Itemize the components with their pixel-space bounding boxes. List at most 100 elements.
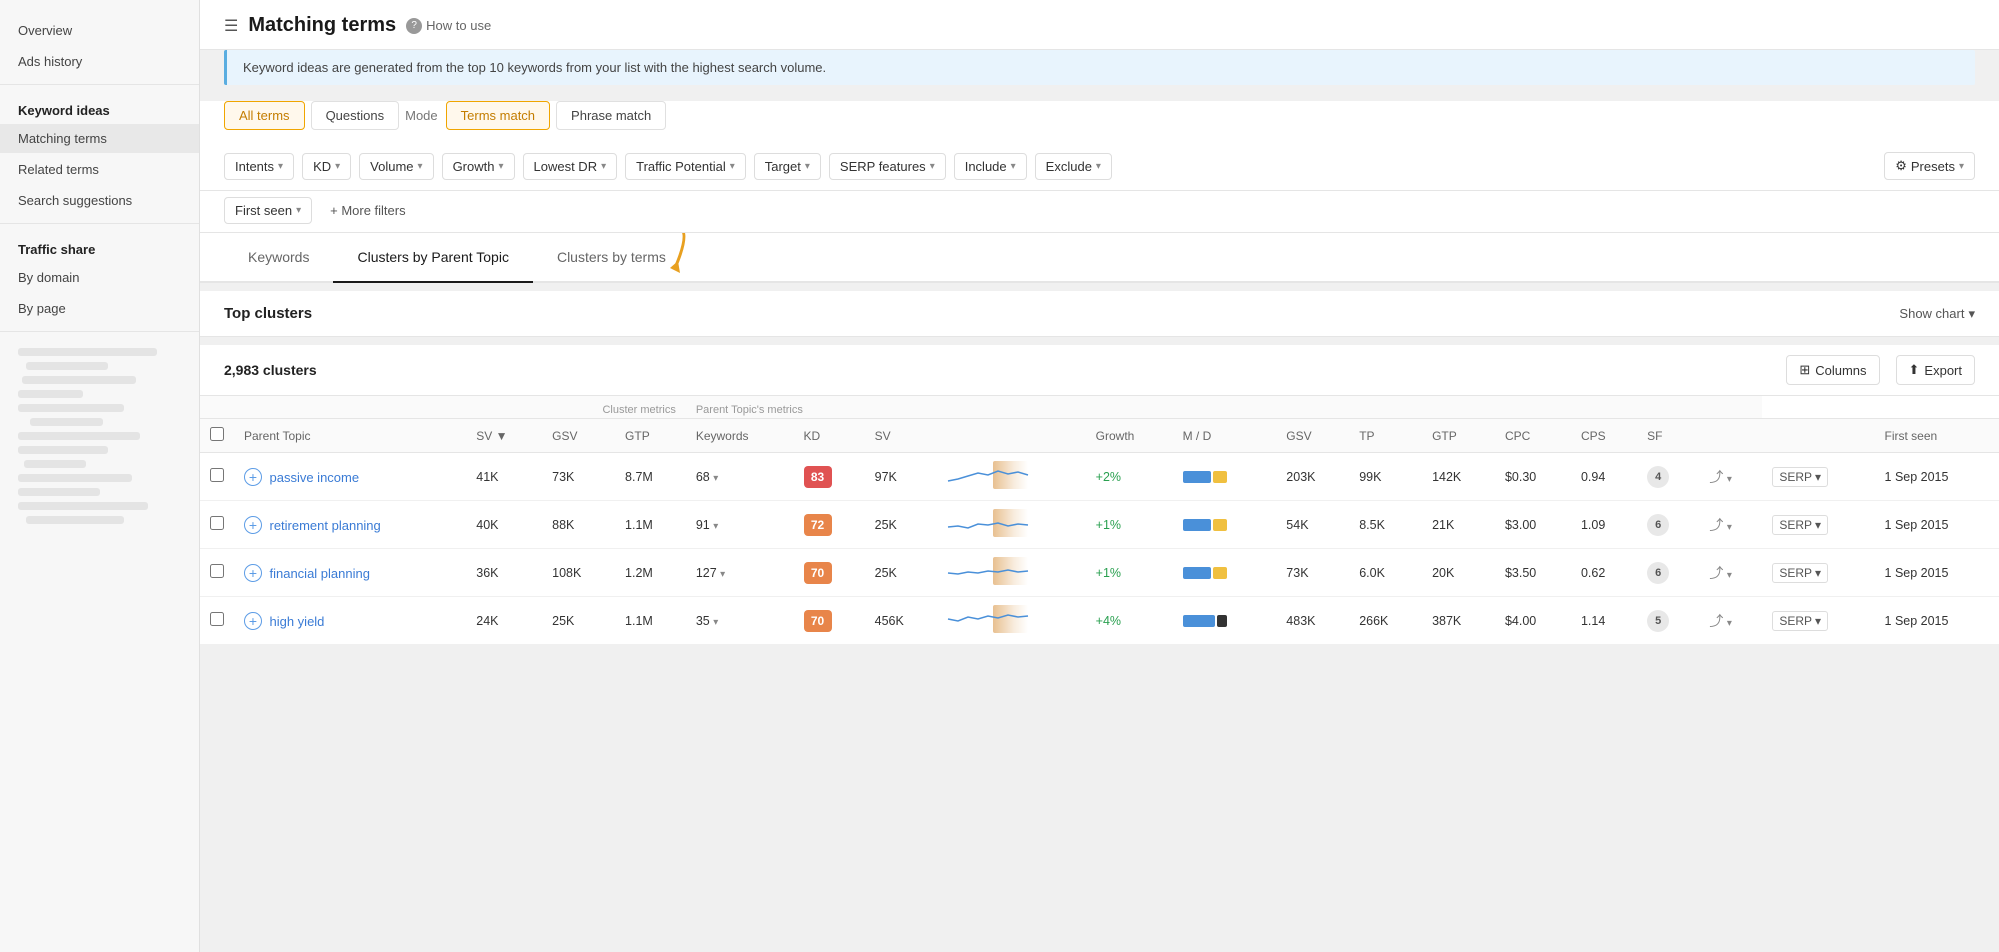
row-kd: 70 [794,597,865,645]
filter-volume[interactable]: Volume ▾ [359,153,433,180]
col-parent-topic[interactable]: Parent Topic [234,419,466,453]
row-checkbox[interactable] [210,468,224,482]
presets-icon: ⚙ [1895,158,1907,174]
trend-chevron[interactable]: ▾ [1727,618,1732,629]
row-gsv: 108K [542,549,615,597]
tab-phrase-match[interactable]: Phrase match [556,101,666,130]
sidebar-item-ads-history[interactable]: Ads history [0,47,199,76]
export-button[interactable]: ⬆ Export [1896,355,1975,385]
col-sv2[interactable]: SV [865,419,938,453]
filter-kd[interactable]: KD ▾ [302,153,351,180]
col-tp[interactable]: TP [1349,419,1422,453]
row-sv: 36K [466,549,542,597]
filter-first-seen[interactable]: First seen ▾ [224,197,312,224]
row-trend: ⤴ ▾ [1699,597,1762,645]
row-md [1173,549,1277,597]
row-sv2: 456K [865,597,938,645]
select-all-checkbox[interactable] [210,427,224,441]
col-keywords[interactable]: Keywords [686,419,794,453]
filter-exclude-label: Exclude [1046,159,1092,174]
filter-exclude[interactable]: Exclude ▾ [1035,153,1112,180]
sub-tab-clusters-by-parent[interactable]: Clusters by Parent Topic [333,233,532,283]
filter-lowest-dr-label: Lowest DR [534,159,598,174]
row-gsv2: 203K [1276,453,1349,501]
row-growth: +1% [1086,549,1173,597]
filter-target[interactable]: Target ▾ [754,153,821,180]
serp-button[interactable]: SERP ▾ [1772,467,1828,487]
col-gsv2[interactable]: GSV [1276,419,1349,453]
row-checkbox[interactable] [210,564,224,578]
page-wrapper: ☰ Matching terms ? How to use Keyword id… [200,0,1999,952]
col-sf[interactable]: SF [1637,419,1699,453]
serp-button[interactable]: SERP ▾ [1772,563,1828,583]
tab-all-terms[interactable]: All terms [224,101,305,130]
keyword-link[interactable]: retirement planning [269,518,380,533]
sidebar-item-overview[interactable]: Overview [0,16,199,45]
row-sv2: 25K [865,549,938,597]
trend-chevron[interactable]: ▾ [1727,570,1732,581]
kd-badge: 70 [804,562,832,584]
col-gtp2[interactable]: GTP [1422,419,1495,453]
serp-chevron: ▾ [1815,566,1821,580]
sidebar-item-by-page[interactable]: By page [0,294,199,323]
row-checkbox-cell [200,549,234,597]
col-checkbox-header [200,419,234,453]
tab-questions[interactable]: Questions [311,101,400,130]
row-gtp: 1.1M [615,597,686,645]
row-sv2: 25K [865,501,938,549]
filter-include[interactable]: Include ▾ [954,153,1027,180]
tab-terms-match[interactable]: Terms match [446,101,550,130]
keyword-link[interactable]: passive income [269,470,359,485]
sub-tab-keywords[interactable]: Keywords [224,233,333,283]
row-kd: 83 [794,453,865,501]
filter-lowest-dr[interactable]: Lowest DR ▾ [523,153,618,180]
sf-badge: 5 [1647,610,1669,632]
trend-chevron[interactable]: ▾ [1727,474,1732,485]
col-first-seen[interactable]: First seen [1875,419,1999,453]
col-growth[interactable]: Growth [1086,419,1173,453]
sidebar-divider-3 [0,331,199,332]
expand-button[interactable]: + [244,612,262,630]
col-gtp[interactable]: GTP [615,419,686,453]
hamburger-icon[interactable]: ☰ [224,16,238,36]
trend-chevron[interactable]: ▾ [1727,522,1732,533]
col-kd[interactable]: KD [794,419,865,453]
filter-traffic-potential[interactable]: Traffic Potential ▾ [625,153,746,180]
row-trend: ⤴ ▾ [1699,549,1762,597]
expand-button[interactable]: + [244,516,262,534]
expand-button[interactable]: + [244,468,262,486]
col-headers-row: Parent Topic SV ▼ GSV GTP Keywords KD SV… [200,419,1999,453]
col-cps[interactable]: CPS [1571,419,1637,453]
filter-serp-features[interactable]: SERP features ▾ [829,153,946,180]
sub-tab-clusters-by-terms[interactable]: Clusters by terms [533,233,690,283]
sidebar-item-related-terms[interactable]: Related terms [0,155,199,184]
row-parent-topic: + passive income [234,453,466,501]
export-icon: ⬆ [1909,362,1920,378]
row-serp: SERP ▾ [1762,453,1874,501]
more-filters-button[interactable]: + More filters [320,197,416,224]
keyword-link[interactable]: high yield [269,614,324,629]
row-gsv2: 54K [1276,501,1349,549]
col-md[interactable]: M / D [1173,419,1277,453]
main-content: ☰ Matching terms ? How to use Keyword id… [200,0,1999,952]
expand-button[interactable]: + [244,564,262,582]
sidebar-item-by-domain[interactable]: By domain [0,263,199,292]
serp-button[interactable]: SERP ▾ [1772,611,1828,631]
filter-intents[interactable]: Intents ▾ [224,153,294,180]
sidebar-item-search-suggestions[interactable]: Search suggestions [0,186,199,215]
presets-button[interactable]: ⚙ Presets ▾ [1884,152,1975,180]
col-gsv[interactable]: GSV [542,419,615,453]
sidebar-item-matching-terms[interactable]: Matching terms [0,124,199,153]
filter-growth[interactable]: Growth ▾ [442,153,515,180]
serp-button[interactable]: SERP ▾ [1772,515,1828,535]
columns-button[interactable]: ⊞ Columns [1786,355,1879,385]
show-chart-button[interactable]: Show chart ▾ [1899,306,1975,322]
col-sv[interactable]: SV ▼ [466,419,542,453]
row-parent-topic: + retirement planning [234,501,466,549]
row-checkbox[interactable] [210,516,224,530]
help-link[interactable]: ? How to use [406,18,491,34]
row-checkbox[interactable] [210,612,224,626]
show-chart-label: Show chart [1899,306,1964,321]
col-cpc[interactable]: CPC [1495,419,1571,453]
keyword-link[interactable]: financial planning [269,566,369,581]
